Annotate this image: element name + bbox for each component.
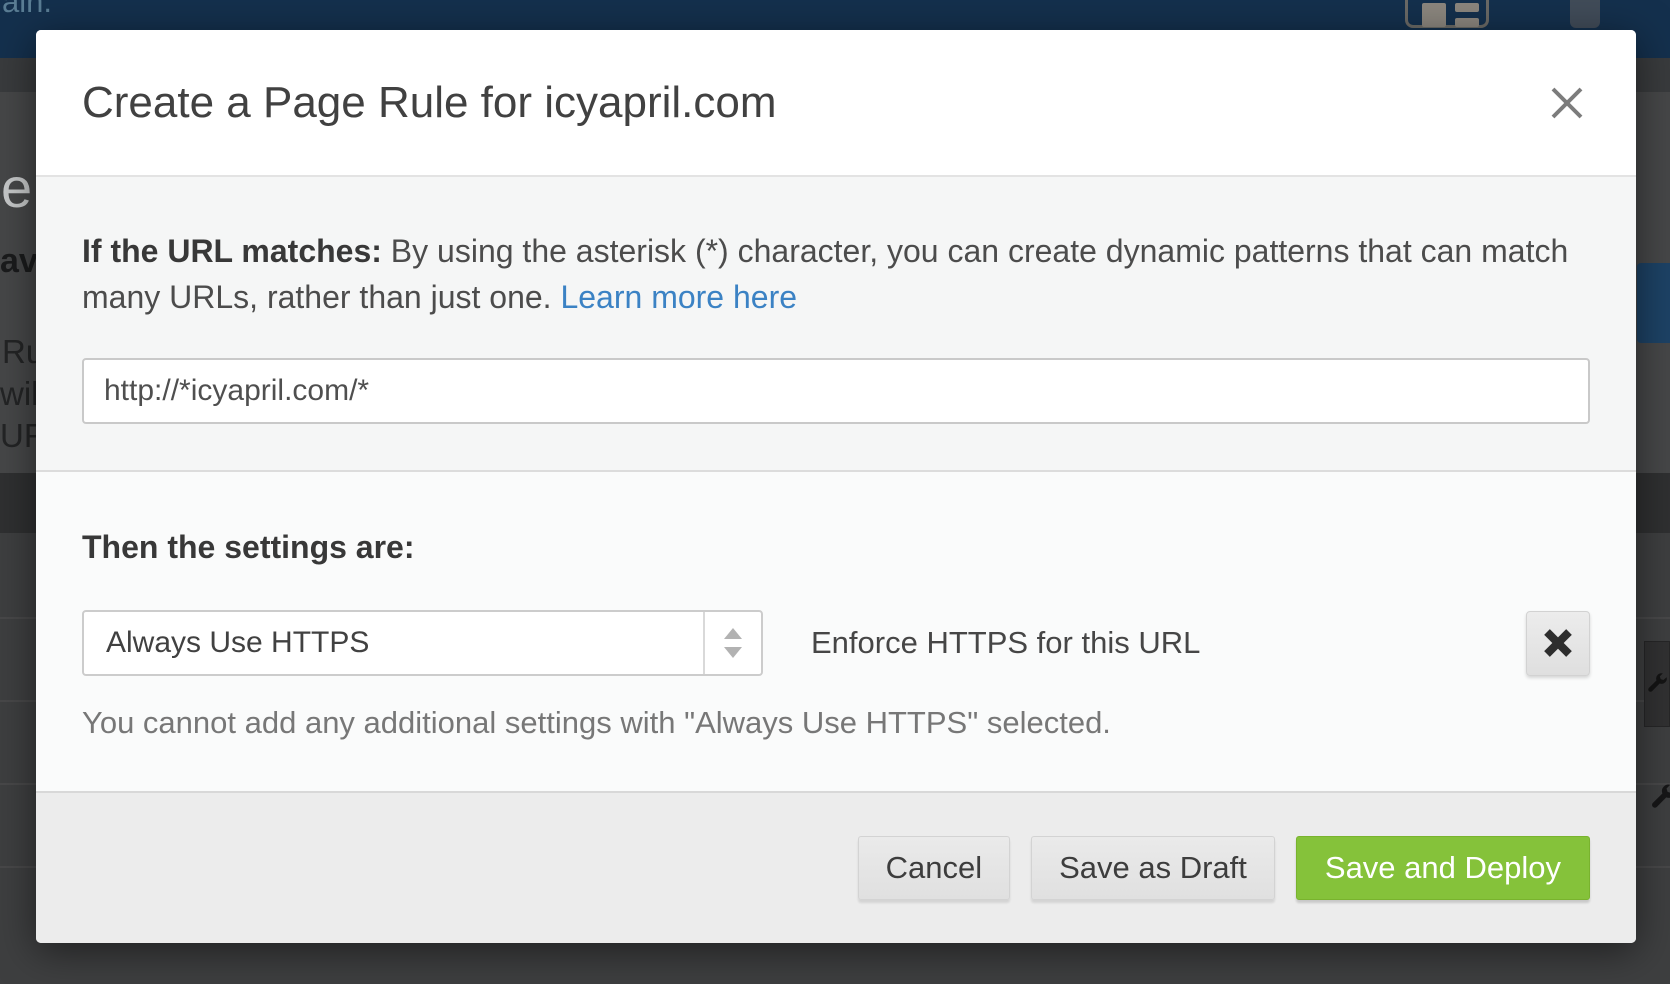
setting-description: Enforce HTTPS for this URL — [811, 625, 1526, 661]
backdrop-edit-button — [1644, 641, 1670, 727]
chevron-up-icon — [724, 628, 742, 639]
url-match-section: If the URL matches: By using the asteris… — [36, 175, 1636, 470]
url-pattern-input[interactable] — [82, 358, 1590, 424]
select-spinner — [703, 612, 761, 674]
setting-row: Always Use HTTPS Enforce HTTPS for this … — [82, 610, 1590, 676]
avatar — [1570, 0, 1600, 28]
settings-heading: Then the settings are: — [82, 530, 1590, 564]
learn-more-link[interactable]: Learn more here — [560, 279, 797, 315]
backdrop-heading-fragment: e — [1, 155, 32, 220]
url-match-description-line2: many URLs, rather than just one. Learn m… — [82, 274, 1590, 320]
close-icon — [1547, 83, 1587, 123]
backdrop-topbar-text-fragment: ain. — [2, 0, 52, 20]
remove-setting-button[interactable] — [1526, 611, 1590, 676]
close-button[interactable] — [1544, 80, 1590, 126]
modal-footer: Cancel Save as Draft Save and Deploy — [36, 791, 1636, 943]
cancel-button[interactable]: Cancel — [858, 836, 1011, 900]
backdrop-blue-button-fragment — [1637, 263, 1670, 343]
setting-select[interactable]: Always Use HTTPS — [82, 610, 763, 676]
settings-note: You cannot add any additional settings w… — [82, 705, 1590, 741]
create-page-rule-modal: Create a Page Rule for icyapril.com If t… — [36, 30, 1636, 943]
save-as-draft-button[interactable]: Save as Draft — [1031, 836, 1275, 900]
save-and-deploy-button[interactable]: Save and Deploy — [1296, 836, 1590, 900]
wrench-icon — [1645, 669, 1669, 699]
url-match-label: If the URL matches: — [82, 233, 382, 269]
setting-select-value: Always Use HTTPS — [106, 626, 369, 660]
modal-title: Create a Page Rule for icyapril.com — [82, 78, 1544, 128]
remove-setting-icon — [1540, 625, 1576, 661]
url-match-description-line1: If the URL matches: By using the asteris… — [82, 228, 1590, 274]
backdrop-bold-fragment: av — [0, 242, 38, 281]
modal-header: Create a Page Rule for icyapril.com — [36, 30, 1636, 175]
grid-view-icon — [1405, 0, 1489, 28]
chevron-down-icon — [724, 647, 742, 658]
settings-section: Then the settings are: Always Use HTTPS … — [36, 470, 1636, 791]
backdrop-edit-button — [1648, 783, 1670, 818]
wrench-icon — [1648, 783, 1670, 813]
